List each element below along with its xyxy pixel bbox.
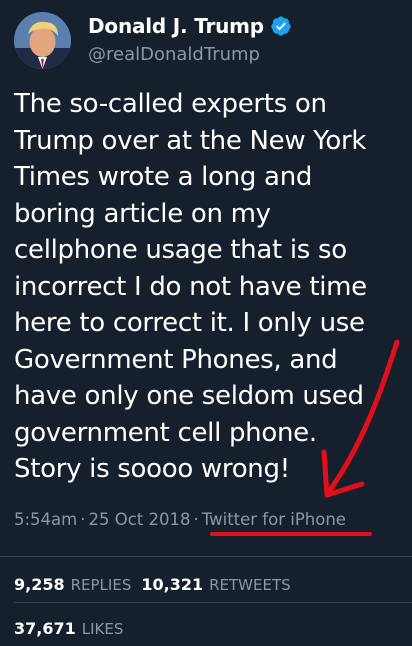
source-underline-annotation [210,532,372,536]
likes-label[interactable]: LIKES [82,620,124,638]
author-name-row: Donald J. Trump [88,14,292,38]
verified-badge-icon [271,16,291,36]
author-name[interactable]: Donald J. Trump [88,14,264,38]
replies-count[interactable]: 9,258 [14,575,65,594]
avatar[interactable] [14,12,71,69]
engagement-stats-row: 9,258 REPLIES 10,321 RETWEETS [14,575,301,594]
tweet-header: Donald J. Trump @realDonaldTrump [14,10,398,70]
meta-separator: · [193,510,199,529]
retweets-count[interactable]: 10,321 [141,575,203,594]
divider [0,556,412,557]
tweet-time[interactable]: 5:54am [14,510,77,529]
replies-label[interactable]: REPLIES [71,576,132,594]
tweet-text: The so-called experts on Trump over at t… [14,89,367,484]
author-handle[interactable]: @realDonaldTrump [88,44,260,65]
divider [14,602,412,603]
tweet-meta: 5:54am · 25 Oct 2018 · Twitter for iPhone [14,510,346,529]
likes-count[interactable]: 37,671 [14,619,76,638]
avatar-image [14,12,71,69]
likes-row: 37,671 LIKES [14,619,133,638]
tweet-source[interactable]: Twitter for iPhone [202,510,346,529]
tweet-date[interactable]: 25 Oct 2018 [89,510,191,529]
meta-separator: · [80,510,86,529]
retweets-label[interactable]: RETWEETS [209,576,291,594]
